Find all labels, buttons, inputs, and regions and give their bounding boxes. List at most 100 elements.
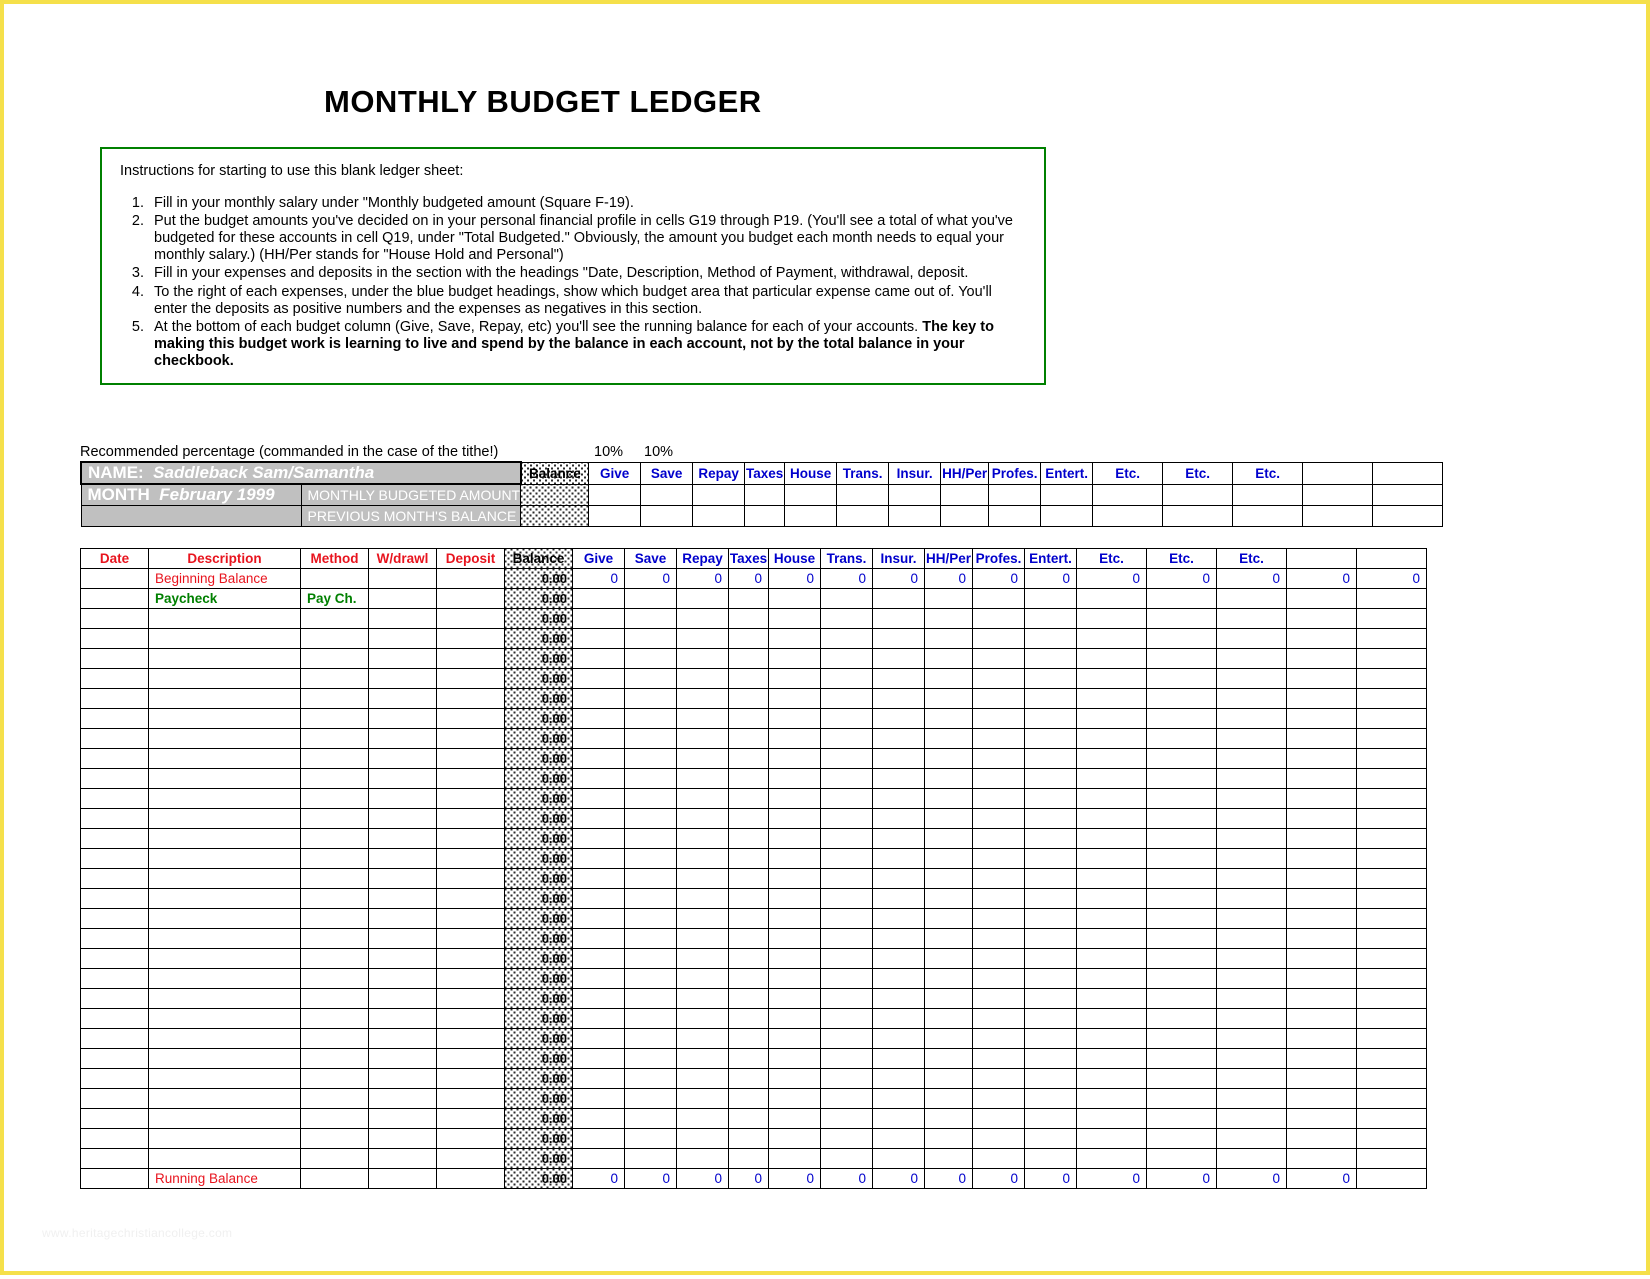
cell-hhper-blank-12[interactable] [924,848,973,869]
cell-profes-blank-2[interactable] [972,648,1025,669]
cell-give-blank-19[interactable] [572,988,625,1009]
cell-house-blank-2[interactable] [768,648,821,669]
cell-date-blank-4[interactable] [80,688,149,709]
cell-repay-1[interactable] [676,588,729,609]
cell-taxes-blank-7[interactable] [728,748,769,769]
cell-etc-1-blank-2[interactable] [1076,648,1147,669]
cell-etc-2-blank-17[interactable] [1146,948,1217,969]
cell-wdrawl-0[interactable] [368,568,437,589]
cell-hhper-blank-18[interactable] [924,968,973,989]
cell-blank-2-blank-6[interactable] [1356,728,1427,749]
cell-repay-blank-20[interactable] [676,1008,729,1029]
cell-etc-1-blank-9[interactable] [1076,788,1147,809]
budget-amount-etc-2[interactable] [1162,483,1234,506]
cell-etc-1-blank-14[interactable] [1076,888,1147,909]
cell-blank-1-blank-12[interactable] [1286,848,1357,869]
cell-save-blank-9[interactable] [624,788,677,809]
cell-deposit-blank-16[interactable] [436,928,505,949]
cell-wdrawl-blank-16[interactable] [368,928,437,949]
cell-deposit-blank-10[interactable] [436,808,505,829]
cell-method-blank-20[interactable] [300,1008,369,1029]
cell-taxes-blank-12[interactable] [728,848,769,869]
cell-etc-1-0[interactable]: 0 [1076,568,1147,589]
cell-hhper-blank-13[interactable] [924,868,973,889]
cell-hhper-blank-22[interactable] [924,1048,973,1069]
cell-give-blank-6[interactable] [572,728,625,749]
cell-give-blank-11[interactable] [572,828,625,849]
cell-entert-blank-13[interactable] [1024,868,1077,889]
cell-etc-1-1[interactable] [1076,588,1147,609]
prev-house[interactable] [784,505,838,527]
cell-taxes-blank-26[interactable] [728,1128,769,1149]
cell-repay-blank-8[interactable] [676,768,729,789]
cell-etc-2-blank-1[interactable] [1146,628,1217,649]
cell-blank-1-blank-6[interactable] [1286,728,1357,749]
budget-amount-give[interactable] [588,483,642,506]
cell-etc-2-blank-4[interactable] [1146,688,1217,709]
budget-amount-entert[interactable] [1040,483,1094,506]
cell-trans-blank-18[interactable] [820,968,873,989]
cell-etc-3-blank-22[interactable] [1216,1048,1287,1069]
cell-blank-1-blank-26[interactable] [1286,1128,1357,1149]
cell-etc-2-blank-18[interactable] [1146,968,1217,989]
cell-etc-2-blank-8[interactable] [1146,768,1217,789]
cell-give-blank-4[interactable] [572,688,625,709]
cell-taxes-blank-27[interactable] [728,1148,769,1169]
cell-profes-blank-14[interactable] [972,888,1025,909]
cell-entert-blank-14[interactable] [1024,888,1077,909]
cell-etc-1-blank-15[interactable] [1076,908,1147,929]
cell-wdrawl-blank-13[interactable] [368,868,437,889]
cell-insur-blank-10[interactable] [872,808,925,829]
cell-deposit-blank-18[interactable] [436,968,505,989]
cell-etc-3-blank-17[interactable] [1216,948,1287,969]
cell-deposit-blank-4[interactable] [436,688,505,709]
cell-date-blank-13[interactable] [80,868,149,889]
cell-description-blank-23[interactable] [148,1068,301,1089]
cell-repay-blank-25[interactable] [676,1108,729,1129]
cell-blank-1-blank-9[interactable] [1286,788,1357,809]
cell-hhper-blank-11[interactable] [924,828,973,849]
cell-etc-2-blank-6[interactable] [1146,728,1217,749]
cell-profes-1[interactable] [972,588,1025,609]
cell-wdrawl-blank-19[interactable] [368,988,437,1009]
cell-description-0[interactable]: Beginning Balance [148,568,301,589]
cell-save-blank-4[interactable] [624,688,677,709]
prev-profes[interactable] [988,505,1042,527]
cell-wdrawl-blank-0[interactable] [368,608,437,629]
budget-amount-etc-1[interactable] [1092,483,1164,506]
cell-etc-2-0[interactable]: 0 [1146,568,1217,589]
cell-insur-blank-1[interactable] [872,628,925,649]
cell-blank-2-blank-1[interactable] [1356,628,1427,649]
cell-blank-2-blank-19[interactable] [1356,988,1427,1009]
cell-profes-blank-17[interactable] [972,948,1025,969]
cell-house-blank-12[interactable] [768,848,821,869]
cell-date-1[interactable] [80,588,149,609]
cell-taxes-blank-15[interactable] [728,908,769,929]
cell-wdrawl-blank-17[interactable] [368,948,437,969]
cell-etc-2-blank-2[interactable] [1146,648,1217,669]
cell-description-blank-21[interactable] [148,1028,301,1049]
cell-profes-blank-26[interactable] [972,1128,1025,1149]
cell-method-blank-12[interactable] [300,848,369,869]
cell-hhper-blank-15[interactable] [924,908,973,929]
cell-insur-blank-15[interactable] [872,908,925,929]
cell-description-blank-25[interactable] [148,1108,301,1129]
cell-blank-1-0[interactable]: 0 [1286,568,1357,589]
cell-trans-blank-4[interactable] [820,688,873,709]
cell-description-blank-14[interactable] [148,888,301,909]
cell-trans-blank-10[interactable] [820,808,873,829]
cell-date-blank-9[interactable] [80,788,149,809]
cell-profes-blank-9[interactable] [972,788,1025,809]
cell-entert-blank-19[interactable] [1024,988,1077,1009]
cell-profes-blank-12[interactable] [972,848,1025,869]
cell-give-blank-1[interactable] [572,628,625,649]
cell-give-0[interactable]: 0 [572,568,625,589]
cell-deposit-blank-14[interactable] [436,888,505,909]
cell-etc-1-blank-19[interactable] [1076,988,1147,1009]
cell-trans-blank-5[interactable] [820,708,873,729]
cell-hhper-blank-10[interactable] [924,808,973,829]
cell-taxes-blank-8[interactable] [728,768,769,789]
cell-etc-2-blank-22[interactable] [1146,1048,1217,1069]
cell-profes-blank-4[interactable] [972,688,1025,709]
cell-taxes-blank-24[interactable] [728,1088,769,1109]
